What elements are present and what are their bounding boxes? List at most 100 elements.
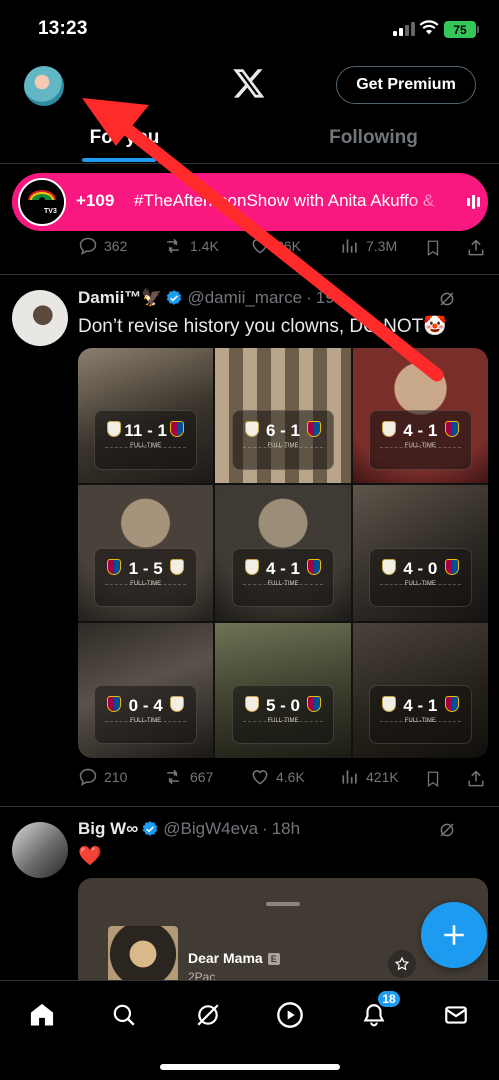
repost-button[interactable]: 667 <box>162 767 213 787</box>
nav-video[interactable] <box>270 995 310 1035</box>
match-score: 4 - 0 <box>403 558 438 578</box>
post-divider <box>0 806 499 807</box>
battery-icon: 75 <box>444 21 479 38</box>
reply-icon <box>79 768 97 787</box>
top-header: Get Premium <box>0 56 499 112</box>
spaces-listener-count: +109 <box>76 191 115 210</box>
home-indicator <box>160 1064 340 1070</box>
repost-icon <box>167 769 179 785</box>
grok-icon[interactable] <box>438 821 456 839</box>
post-actions: 210 667 4.6K 421K <box>78 767 488 793</box>
verified-badge-icon <box>167 290 182 305</box>
mail-icon <box>445 1006 467 1024</box>
wifi-icon <box>419 20 439 35</box>
x-logo-icon <box>233 69 265 98</box>
media-tile[interactable]: 11 - 1 FULL-TIME <box>78 348 214 484</box>
tv3-logo-icon: TV3 <box>20 180 64 224</box>
drag-handle <box>266 902 300 906</box>
get-premium-button[interactable]: Get Premium <box>336 66 476 104</box>
post-media-grid[interactable]: 11 - 1 FULL-TIME 6 - 1 FULL-TIME 4 - 1 FULL… <box>78 348 488 758</box>
share-icon[interactable] <box>466 769 486 789</box>
plus-icon <box>444 925 464 945</box>
live-spaces-bar[interactable]: TV3 +109 #TheAfternoonShow with Anita Ak… <box>12 173 488 231</box>
media-tile[interactable]: 6 - 1 FULL-TIME <box>215 348 351 484</box>
status-bar: 13:23 75 <box>0 0 499 56</box>
repost-button[interactable]: 1.4K <box>162 236 219 256</box>
media-tile[interactable]: 4 - 0 FULL-TIME <box>352 485 488 621</box>
media-tile[interactable]: 4 - 1 FULL-TIME <box>352 348 488 484</box>
star-icon <box>394 956 410 971</box>
timeline-tabs: For you Following <box>0 112 499 164</box>
match-score: 6 - 1 <box>265 421 300 441</box>
reply-button[interactable]: 210 <box>78 767 127 787</box>
compose-post-button[interactable] <box>421 902 487 968</box>
repost-count: 1.4K <box>190 238 219 254</box>
match-score: 4 - 1 <box>403 421 438 441</box>
media-tile[interactable]: 4 - 1 FULL-TIME <box>215 485 351 621</box>
like-count: 4.6K <box>276 769 305 785</box>
home-icon <box>30 1003 54 1026</box>
share-icon[interactable] <box>466 238 486 258</box>
search-icon <box>113 1004 135 1026</box>
spaces-host-avatar: TV3 <box>18 178 66 226</box>
bookmark-icon[interactable] <box>424 238 442 258</box>
nav-grok[interactable] <box>188 995 228 1035</box>
heart-icon <box>252 239 268 254</box>
match-score: 1 - 5 <box>128 558 163 578</box>
notifications-badge: 18 <box>376 989 402 1009</box>
views-icon <box>342 239 357 253</box>
bookmark-icon[interactable] <box>424 769 442 789</box>
previous-post-actions: 362 1.4K 86K 7.3M <box>78 236 488 262</box>
reply-button[interactable]: 362 <box>78 236 127 256</box>
post-header: Big W∞ @BigW4eva · 18h <box>78 819 300 839</box>
match-score: 11 - 1 <box>124 421 167 441</box>
views-button[interactable]: 421K <box>340 767 399 787</box>
author-name[interactable]: Damii™🦅 <box>78 288 162 308</box>
explicit-badge: E <box>267 953 280 966</box>
post-divider <box>0 274 499 275</box>
reply-count: 210 <box>104 769 128 785</box>
spaces-title: #TheAfternoonShow with Anita Akuffo & <box>134 191 435 210</box>
play-icon <box>277 1002 303 1028</box>
view-count: 421K <box>366 769 399 785</box>
favorite-button[interactable] <box>388 950 416 978</box>
nav-messages[interactable] <box>436 995 476 1035</box>
match-score: 0 - 4 <box>128 695 163 715</box>
nav-search[interactable] <box>104 995 144 1035</box>
match-score: 4 - 1 <box>403 695 438 715</box>
song-title: Dear Mama E <box>188 950 280 966</box>
dot-separator: · <box>306 288 312 307</box>
svg-text:TV3: TV3 <box>44 208 57 215</box>
media-tile[interactable]: 5 - 0 FULL-TIME <box>215 622 351 758</box>
post-text: Don’t revise history you clowns, DO NOT🤡 <box>78 316 447 337</box>
views-button[interactable]: 7.3M <box>340 236 397 256</box>
profile-avatar[interactable] <box>24 66 64 106</box>
repost-count: 667 <box>190 769 214 785</box>
tab-for-you[interactable]: For you <box>0 112 249 164</box>
author-name[interactable]: Big W∞ <box>78 819 138 839</box>
tab-following[interactable]: Following <box>249 112 498 164</box>
like-button[interactable]: 4.6K <box>250 767 305 787</box>
audio-wave-icon <box>467 194 480 210</box>
media-tile[interactable]: 0 - 4 FULL-TIME <box>78 622 214 758</box>
nav-home[interactable] <box>22 995 62 1035</box>
match-score: 5 - 0 <box>265 695 300 715</box>
avatar[interactable] <box>12 822 68 878</box>
active-tab-indicator <box>82 158 156 162</box>
media-tile[interactable]: 4 - 1 FULL-TIME <box>352 622 488 758</box>
grok-icon[interactable] <box>438 290 456 308</box>
reply-icon <box>79 237 97 256</box>
verified-badge-icon <box>143 821 158 836</box>
media-tile[interactable]: 1 - 5 FULL-TIME <box>78 485 214 621</box>
author-handle[interactable]: @BigW4eva <box>163 819 258 839</box>
match-score: 4 - 1 <box>265 558 300 578</box>
views-icon <box>342 770 357 784</box>
heart-icon <box>252 770 268 785</box>
repost-icon <box>167 238 179 254</box>
cellular-signal-icon <box>393 22 415 36</box>
like-count: 86K <box>276 238 301 254</box>
avatar[interactable] <box>12 290 68 346</box>
dot-separator: · <box>262 819 268 838</box>
like-button[interactable]: 86K <box>250 236 301 256</box>
author-handle[interactable]: @damii_marce <box>187 288 302 308</box>
